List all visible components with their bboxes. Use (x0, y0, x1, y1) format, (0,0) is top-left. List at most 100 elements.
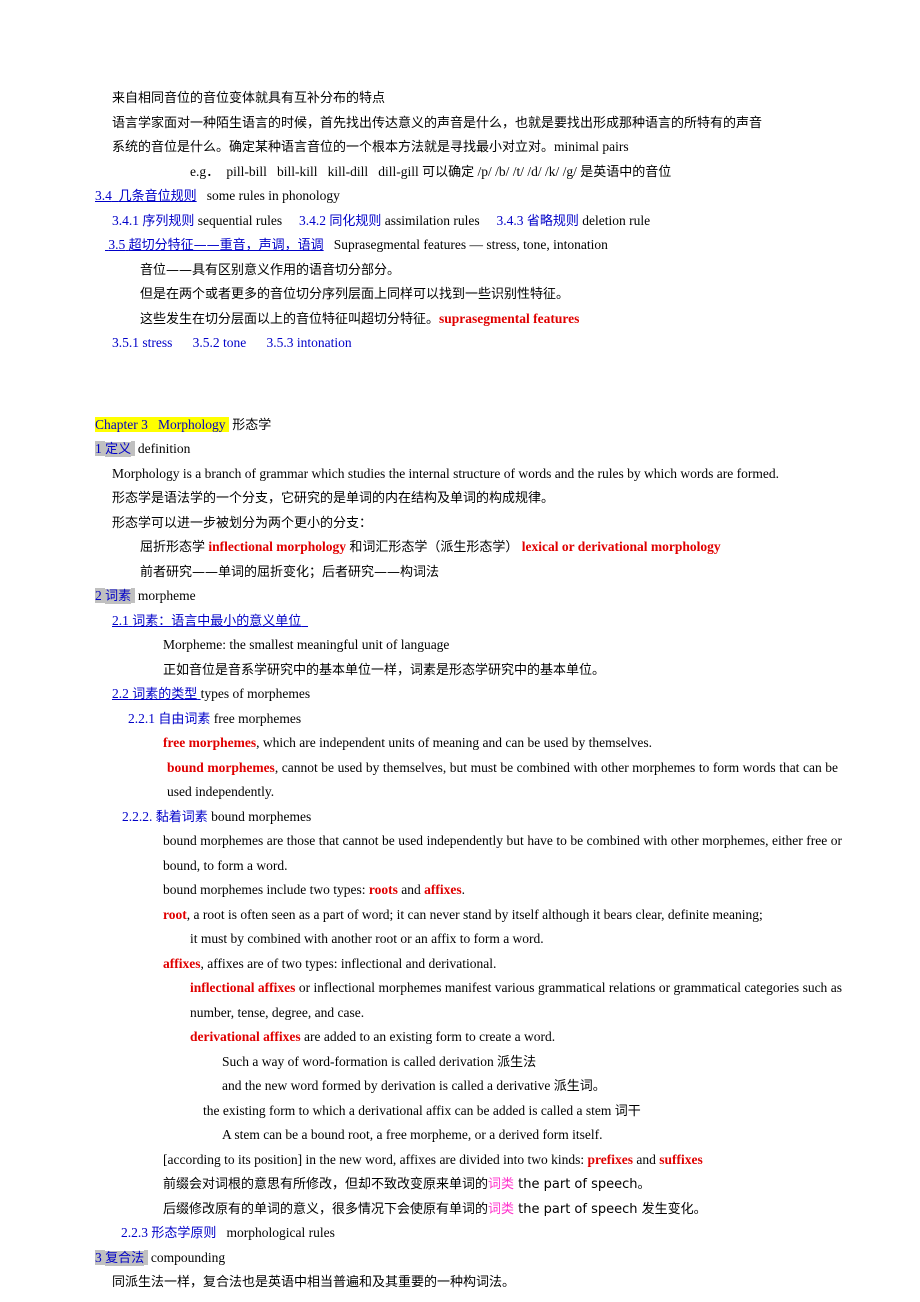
section-2-2-2-heading: 2.2.2. 黏着词素 bound morphemes (0, 805, 920, 830)
section-3-4-2-title-cn: 同化规则 (329, 213, 382, 229)
affixes-heading-term: affixes (163, 955, 201, 971)
root-term: root (163, 906, 187, 922)
section-3-4-3-title-cn: 省略规则 (526, 213, 579, 229)
section-2-2-2-number: 2.2.2. (122, 808, 153, 824)
section-3-4-3-number: 3.4.3 (496, 212, 524, 228)
definition-cn-1: 形态学是语法学的一个分支，它研究的是单词的内在结构及单词的构成规律。 (112, 491, 555, 506)
section-2-1-title-cn: 词素：语言中最小的意义单位 (132, 613, 302, 629)
section-2-2-2-title-en: bound morphemes (211, 808, 312, 824)
section-3-title-cn: 复合法 (105, 1250, 145, 1266)
section-2-2-3-title-cn: 形态学原则 (151, 1226, 217, 1241)
section-2-2-number: 2.2 (112, 686, 129, 701)
morpheme-definition-en: Morpheme: the smallest meaningful unit o… (163, 637, 450, 652)
affix-position-line: [according to its position] in the new w… (163, 1151, 703, 1167)
section-3-4-2-number: 3.4.2 (299, 212, 326, 228)
section-3-5-3: 3.5.3 intonation (266, 335, 352, 350)
suffixes-term: suffixes (659, 1151, 703, 1167)
section-3-4-1-title-cn: 序列规则 (142, 213, 195, 229)
chapter-3-label: Chapter 3 (95, 416, 148, 432)
derivational-affixes-line: derivational affixes are added to an exi… (190, 1029, 556, 1044)
roots-term: roots (368, 882, 398, 897)
morpheme-definition-cn: 正如音位是音系学研究中的基本单位一样，词素是形态学研究中的基本单位。 (163, 662, 606, 678)
free-morphemes-line: free morphemes, which are independent un… (163, 735, 652, 750)
section-3-4-title-cn: 几条音位规则 (118, 189, 197, 204)
free-morphemes-term: free morphemes (163, 735, 257, 750)
section-3-4-3-title-en: deletion rule (582, 212, 651, 228)
section-3-4-number: 3.4 (95, 188, 112, 203)
suprasegmental-features-term: suprasegmental features (439, 310, 580, 326)
chapter-3-title-cn: 形态学 (232, 417, 272, 433)
definition-en: Morphology is a branch of grammar which … (112, 465, 779, 481)
phonology-line-1: 来自相同音位的音位变体就具有互补分布的特点 (112, 91, 386, 106)
section-3-5-body-1: 音位——具有区别意义作用的语音切分部分。 (140, 262, 401, 278)
section-2-title-cn: 词素 (105, 589, 132, 604)
affixes-term: affixes (424, 882, 462, 897)
affixes-definition-line: affixes, affixes are of two types: infle… (163, 955, 497, 971)
section-2-2-3-title-en: morphological rules (226, 1225, 335, 1240)
derivation-line-2: and the new word formed by derivation is… (222, 1078, 606, 1094)
section-3-4-title-en: some rules in phonology (206, 188, 340, 203)
branch-line: 屈折形态学 inflectional morphology 和词汇形态学（派生形… (140, 539, 721, 555)
subsections-3-4-row: 3.4.1 序列规则 sequential rules 3.4.2 同化规则 a… (0, 209, 920, 234)
suffix-explanation-line: 后缀修改原有的单词的意义，很多情况下会使原有单词的词类 the part of … (163, 1201, 707, 1217)
phonology-line-2a: 语言学家面对一种陌生语言的时候，首先找出传达意义的声音是什么，也就是要找出形成那… (112, 115, 763, 131)
inflectional-affixes-term: inflectional affixes (190, 980, 296, 995)
section-3-title-en: compounding (150, 1249, 226, 1265)
prefix-part-of-speech-cn: 词类 (488, 1177, 515, 1192)
section-1-title-en: definition (137, 441, 191, 456)
section-3-5-2: 3.5.2 tone (192, 335, 247, 350)
derivational-affixes-term: derivational affixes (190, 1029, 301, 1044)
section-3-4-heading[interactable]: 3.4 几条音位规则 some rules in phonology (0, 184, 920, 209)
section-2-1-number: 2.1 (112, 612, 129, 628)
bound-morpheme-types-line: bound morphemes include two types: roots… (163, 882, 465, 897)
section-2-heading: 2 词素 morpheme (0, 584, 920, 609)
minimal-pairs-term: minimal pairs (554, 139, 629, 154)
inflectional-morphology-term: inflectional morphology (208, 539, 347, 554)
section-3-5-1: 3.5.1 stress (112, 335, 173, 350)
subsections-3-5-row: 3.5.1 stress 3.5.2 tone 3.5.3 intonation (0, 331, 920, 356)
bound-morphemes-term: bound morphemes (167, 759, 275, 775)
stem-body-line: A stem can be a bound root, a free morph… (222, 1127, 603, 1142)
section-2-2-1-title-en: free morphemes (213, 710, 302, 726)
document-page: 来自相同音位的音位变体就具有互补分布的特点 语言学家面对一种陌生语言的时候，首先… (0, 0, 920, 1302)
section-2-2-heading[interactable]: 2.2 词素的类型 types of morphemes (0, 682, 920, 707)
prefixes-term: prefixes (587, 1151, 634, 1167)
section-2-number: 2 (95, 588, 102, 603)
section-3-5-body-2: 但是在两个或者更多的音位切分序列层面上同样可以找到一些识别性特征。 (140, 287, 570, 302)
root-definition-line: root, a root is often seen as a part of … (163, 906, 763, 922)
example-pairs: pill-bill bill-kill kill-dill dill-gill (226, 163, 419, 179)
chapter-3-title-en: Morphology (158, 416, 226, 432)
section-1-title-cn: 定义 (105, 442, 132, 457)
stem-definition-line: the existing form to which a derivationa… (203, 1102, 641, 1119)
section-3-5-heading[interactable]: 3.5 超切分特征——重音，声调，语调 Suprasegmental featu… (0, 233, 920, 258)
chapter-3-heading: Chapter 3 Morphology 形态学 (0, 413, 920, 438)
phoneme-symbols: /p/ /b/ /t/ /d/ /k/ /g/ (477, 163, 577, 179)
section-2-2-title-cn: 词素的类型 (132, 687, 198, 702)
section-2-2-title-en: types of morphemes (200, 686, 311, 701)
section-3-4-1-title-en: sequential rules (197, 212, 283, 228)
branch-compare-line: 前者研究——单词的屈折变化；后者研究——构词法 (140, 564, 440, 580)
suffix-part-of-speech-cn: 词类 (488, 1201, 515, 1217)
bound-morphemes-body: bound morphemes are those that cannot be… (163, 833, 842, 873)
section-3-4-2-title-en: assimilation rules (384, 212, 480, 228)
section-2-2-1-heading: 2.2.1 自由词素 free morphemes (0, 707, 920, 732)
section-2-title-en: morpheme (137, 588, 196, 603)
section-2-1-heading[interactable]: 2.1 词素：语言中最小的意义单位 (0, 609, 920, 634)
inflectional-affixes-body: inflectional affixes or inflectional mor… (190, 980, 842, 1020)
section-2-2-1-number: 2.2.1 (128, 710, 155, 726)
phonology-line-2b: 系统的音位是什么。确定某种语言音位的一个根本方法就是寻找最小对立对。minima… (112, 139, 629, 155)
derivation-line-1: Such a way of word-formation is called d… (222, 1053, 537, 1070)
derivational-morphology-term: lexical or derivational morphology (521, 539, 721, 554)
section-3-5-body-3: 这些发生在切分层面以上的音位特征叫超切分特征。suprasegmental fe… (140, 310, 580, 327)
section-3-body: 同派生法一样，复合法也是英语中相当普遍和及其重要的一种构词法。 (112, 1275, 516, 1290)
section-2-2-1-title-cn: 自由词素 (158, 711, 211, 727)
section-2-2-2-title-cn: 黏着词素 (155, 809, 208, 825)
section-3-4-1-number: 3.4.1 (112, 212, 139, 228)
root-definition-line-2: it must by combined with another root or… (190, 931, 544, 946)
section-2-2-3-heading: 2.2.3 形态学原则 morphological rules (0, 1221, 920, 1246)
section-1-number: 1 (95, 441, 102, 456)
section-3-number: 3 (95, 1249, 102, 1265)
section-1-heading: 1 定义 definition (0, 437, 920, 462)
section-3-5-title-cn: 超切分特征——重音，声调，语调 (128, 238, 324, 253)
